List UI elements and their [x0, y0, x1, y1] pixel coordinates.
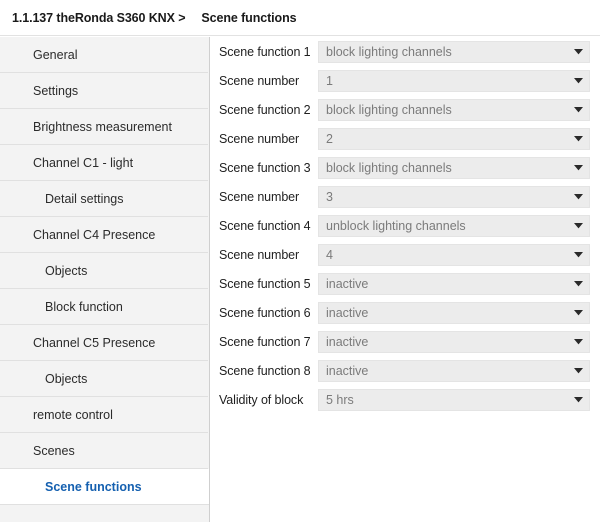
form-row-scene-function-6-10: Scene function 6 inactive	[211, 298, 600, 327]
form-row-scene-number-2: Scene number 1	[211, 66, 600, 95]
sidebar-item-channel-c5-presence[interactable]: Channel C5 Presence	[0, 325, 208, 361]
sidebar-item-remote-control[interactable]: remote control	[0, 397, 208, 433]
sidebar-item-scene-functions[interactable]: Scene functions	[0, 469, 209, 505]
dropdown-value: 3	[326, 189, 333, 204]
sidebar-item-objects[interactable]: Objects	[0, 253, 208, 289]
dropdown-scene-function-6-10[interactable]: inactive	[318, 301, 590, 324]
dropdown-value: 5 hrs	[326, 392, 354, 407]
breadcrumb-header: 1.1.137 theRonda S360 KNX > Scene functi…	[0, 0, 600, 36]
chevron-down-icon[interactable]	[567, 187, 589, 207]
dropdown-scene-number-4[interactable]: 2	[318, 127, 590, 150]
dropdown-value: 2	[326, 131, 333, 146]
field-label: Scene function 3	[219, 160, 311, 175]
sidebar-item-channel-c4-presence[interactable]: Channel C4 Presence	[0, 217, 208, 253]
form-row-scene-number-6: Scene number 3	[211, 182, 600, 211]
dropdown-scene-function-1-1[interactable]: block lighting channels	[318, 40, 590, 63]
chevron-down-icon[interactable]	[567, 71, 589, 91]
form-row-scene-function-2-3: Scene function 2 block lighting channels	[211, 95, 600, 124]
dropdown-scene-function-2-3[interactable]: block lighting channels	[318, 98, 590, 121]
chevron-down-icon[interactable]	[567, 245, 589, 265]
chevron-down-icon[interactable]	[567, 129, 589, 149]
chevron-down-icon[interactable]	[567, 361, 589, 381]
chevron-down-icon[interactable]	[567, 303, 589, 323]
dropdown-scene-function-3-5[interactable]: block lighting channels	[318, 156, 590, 179]
dropdown-value: 1	[326, 73, 333, 88]
sidebar-item-label: Channel C5 Presence	[33, 335, 156, 350]
chevron-down-icon[interactable]	[567, 390, 589, 410]
sidebar-item-scenes[interactable]: Scenes	[0, 433, 208, 469]
dropdown-scene-number-2[interactable]: 1	[318, 69, 590, 92]
sidebar-item-objects[interactable]: Objects	[0, 361, 208, 397]
dropdown-value: unblock lighting channels	[326, 218, 466, 233]
dropdown-value: inactive	[326, 276, 369, 291]
dropdown-scene-function-5-9[interactable]: inactive	[318, 272, 590, 295]
field-label: Scene function 4	[219, 218, 311, 233]
sidebar-item-label: Brightness measurement	[33, 119, 172, 134]
dropdown-scene-function-7-11[interactable]: inactive	[318, 330, 590, 353]
form-row-scene-function-1-1: Scene function 1 block lighting channels	[211, 37, 600, 66]
sidebar-item-general[interactable]: General	[0, 37, 208, 73]
field-label: Scene number	[219, 247, 300, 262]
dropdown-value: block lighting channels	[326, 44, 452, 59]
dropdown-scene-number-6[interactable]: 3	[318, 185, 590, 208]
dropdown-value: block lighting channels	[326, 102, 452, 117]
sidebar-item-label: Objects	[45, 371, 88, 386]
field-label: Scene number	[219, 189, 300, 204]
chevron-down-icon[interactable]	[567, 42, 589, 62]
sidebar-item-settings[interactable]: Settings	[0, 73, 208, 109]
chevron-down-icon[interactable]	[567, 274, 589, 294]
dropdown-value: inactive	[326, 334, 369, 349]
form-row-scene-number-4: Scene number 2	[211, 124, 600, 153]
sidebar-nav: General Settings Brightness measurement Cha…	[0, 37, 210, 522]
sidebar-item-label: Scene functions	[45, 479, 142, 494]
scene-functions-window: 1.1.137 theRonda S360 KNX > Scene functi…	[0, 0, 600, 522]
sidebar-item-label: General	[33, 47, 78, 62]
field-label: Scene function 7	[219, 334, 311, 349]
sidebar-item-detail-settings[interactable]: Detail settings	[0, 181, 208, 217]
breadcrumb-device: 1.1.137 theRonda S360 KNX >	[12, 10, 186, 25]
chevron-down-icon[interactable]	[567, 158, 589, 178]
field-label: Scene function 2	[219, 102, 311, 117]
dropdown-value: inactive	[326, 363, 369, 378]
form-row-scene-function-8-12: Scene function 8 inactive	[211, 356, 600, 385]
form-row-validity-of-block-13: Validity of block 5 hrs	[211, 385, 600, 414]
sidebar-item-blank[interactable]	[0, 505, 208, 522]
dropdown-scene-number-8[interactable]: 4	[318, 243, 590, 266]
sidebar-item-label: Channel C1 - light	[33, 155, 134, 170]
form-row-scene-function-5-9: Scene function 5 inactive	[211, 269, 600, 298]
sidebar-item-channel-c1-light[interactable]: Channel C1 - light	[0, 145, 208, 181]
chevron-down-icon[interactable]	[567, 100, 589, 120]
form-row-scene-function-7-11: Scene function 7 inactive	[211, 327, 600, 356]
dropdown-value: block lighting channels	[326, 160, 452, 175]
sidebar-item-label: Channel C4 Presence	[33, 227, 156, 242]
sidebar-item-block-function[interactable]: Block function	[0, 289, 208, 325]
field-label: Scene function 8	[219, 363, 311, 378]
sidebar-item-label: remote control	[33, 407, 113, 422]
chevron-down-icon[interactable]	[567, 216, 589, 236]
form-row-scene-function-3-5: Scene function 3 block lighting channels	[211, 153, 600, 182]
dropdown-scene-function-8-12[interactable]: inactive	[318, 359, 590, 382]
settings-form: Scene function 1 block lighting channels S…	[211, 37, 600, 522]
sidebar-item-label: Scenes	[33, 443, 75, 458]
dropdown-scene-function-4-7[interactable]: unblock lighting channels	[318, 214, 590, 237]
field-label: Scene number	[219, 131, 300, 146]
sidebar-item-label: Block function	[45, 299, 123, 314]
chevron-down-icon[interactable]	[567, 332, 589, 352]
field-label: Validity of block	[219, 392, 304, 407]
dropdown-validity-of-block-13[interactable]: 5 hrs	[318, 388, 590, 411]
sidebar-item-label: Detail settings	[45, 191, 124, 206]
page-title: Scene functions	[201, 10, 297, 25]
form-row-scene-number-8: Scene number 4	[211, 240, 600, 269]
sidebar-item-brightness-measurement[interactable]: Brightness measurement	[0, 109, 208, 145]
sidebar-item-label: Settings	[33, 83, 79, 98]
form-row-scene-function-4-7: Scene function 4 unblock lighting channel…	[211, 211, 600, 240]
field-label: Scene number	[219, 73, 300, 88]
field-label: Scene function 5	[219, 276, 311, 291]
field-label: Scene function 6	[219, 305, 311, 320]
dropdown-value: 4	[326, 247, 333, 262]
sidebar-item-label: Objects	[45, 263, 88, 278]
field-label: Scene function 1	[219, 44, 311, 59]
dropdown-value: inactive	[326, 305, 369, 320]
